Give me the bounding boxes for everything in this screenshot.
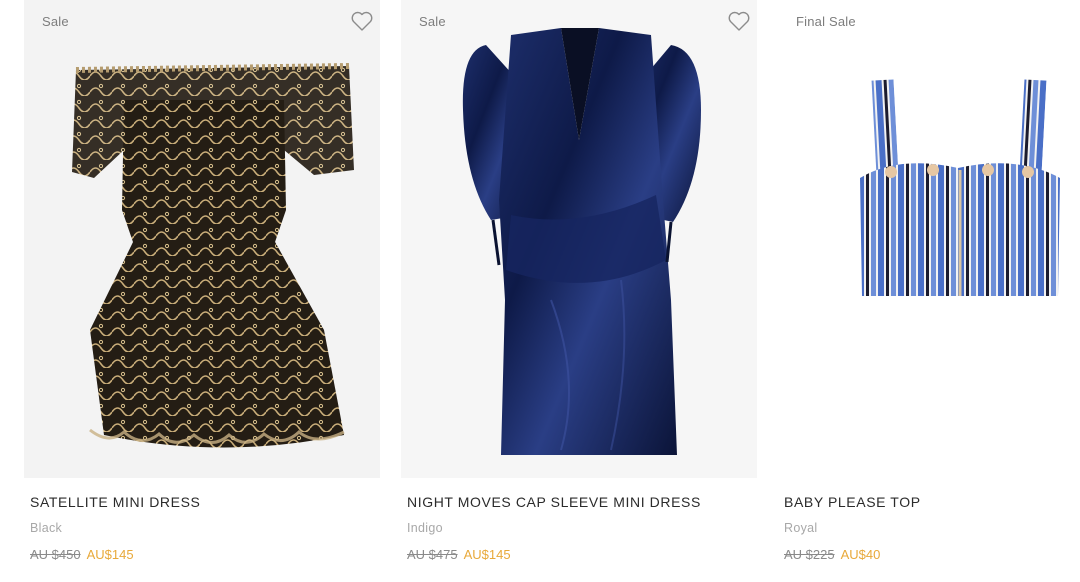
- product-card[interactable]: Sale NIGHT MOVES CAP SLEEVE MINI DRESS I…: [401, 0, 757, 582]
- original-price: AU $475: [407, 547, 458, 562]
- sale-price: AU$145: [86, 547, 134, 562]
- product-color: Indigo: [407, 521, 443, 535]
- wishlist-heart-icon[interactable]: [350, 10, 374, 32]
- product-color: Royal: [784, 521, 818, 535]
- velvet-dress-image: [401, 0, 757, 478]
- sale-price: AU$40: [840, 547, 881, 562]
- wishlist-heart-icon[interactable]: [727, 10, 751, 32]
- product-name[interactable]: NIGHT MOVES CAP SLEEVE MINI DRESS: [407, 494, 701, 510]
- product-color: Black: [30, 521, 63, 535]
- final-sale-badge: Final Sale: [796, 14, 856, 29]
- product-price: AU $450 AU$145: [30, 547, 134, 562]
- lace-dress-image: [24, 0, 380, 478]
- product-card[interactable]: Sale SATELLITE MINI DRESS Black AU $450 A…: [24, 0, 380, 582]
- product-image-link[interactable]: Sale: [24, 0, 380, 478]
- sale-badge: Sale: [42, 14, 69, 29]
- product-image-link[interactable]: Final Sale: [778, 0, 1080, 478]
- product-card[interactable]: Final Sale BABY PLEASE TOP Royal AU $225…: [778, 0, 1080, 582]
- sale-badge: Sale: [419, 14, 446, 29]
- product-price: AU $475 AU$145: [407, 547, 511, 562]
- product-price: AU $225 AU$40: [784, 547, 880, 562]
- product-name[interactable]: SATELLITE MINI DRESS: [30, 494, 200, 510]
- product-name[interactable]: BABY PLEASE TOP: [784, 494, 921, 510]
- sale-price: AU$145: [463, 547, 511, 562]
- product-image-link[interactable]: Sale: [401, 0, 757, 478]
- original-price: AU $225: [784, 547, 835, 562]
- original-price: AU $450: [30, 547, 81, 562]
- striped-top-image: [778, 0, 1080, 478]
